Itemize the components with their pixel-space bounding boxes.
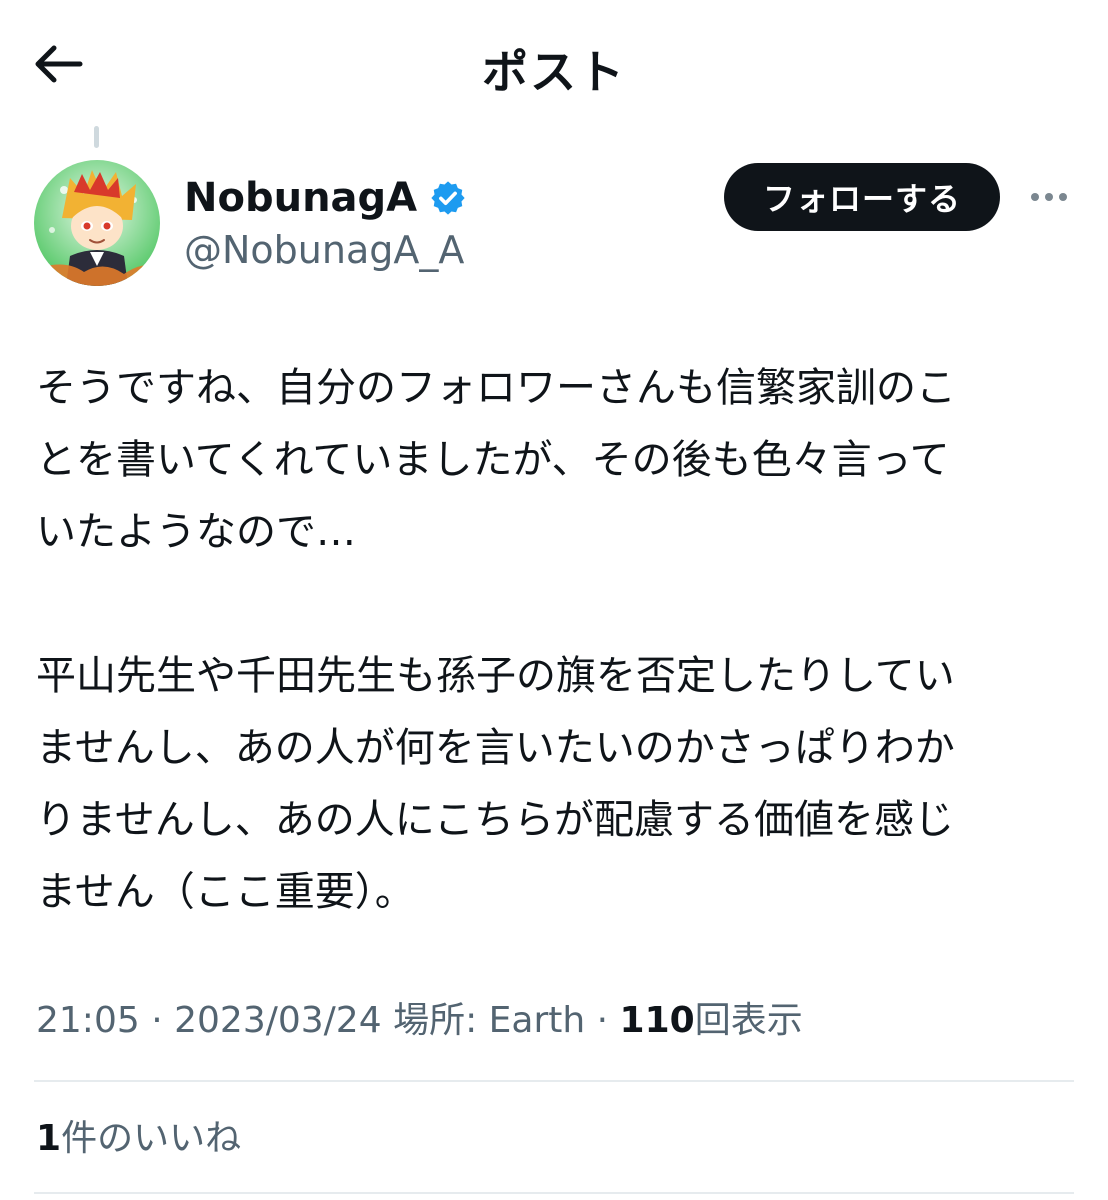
meta-separator: · — [151, 1000, 163, 1041]
post-text-line: ませんし、あの人が何を言いたいのかさっぱりわか — [36, 725, 955, 771]
post-text-line: ません（ここ重要）。 — [36, 869, 415, 915]
author-display-name[interactable]: NobunagA — [184, 174, 417, 222]
divider — [34, 1192, 1074, 1194]
more-options-button[interactable] — [1022, 180, 1076, 214]
views-count: 110 — [619, 1000, 695, 1041]
avatar[interactable] — [34, 160, 160, 286]
post-date[interactable]: 2023/03/24 — [174, 1000, 382, 1041]
page-title: ポスト — [482, 45, 626, 99]
views-label: 回表示 — [694, 1000, 803, 1041]
post-text-line: 平山先生や千田先生も孫子の旗を否定したりしてい — [36, 653, 955, 699]
post-text-line: りませんし、あの人にこちらが配慮する価値を感じ — [36, 797, 954, 843]
likes-count: 1 — [36, 1118, 62, 1159]
thread-connector-line — [94, 126, 99, 148]
likes-link[interactable]: 1件のいいね — [36, 1114, 241, 1164]
post-metadata: 21:05 · 2023/03/24 場所: Earth · 110回表示 — [36, 996, 803, 1046]
follow-button[interactable]: フォローする — [724, 163, 1000, 231]
post-text-line: とを書いてくれていましたが、その後も色々言って — [36, 437, 950, 483]
post-location: 場所: Earth — [393, 1000, 586, 1041]
more-horizontal-icon — [1031, 193, 1039, 201]
author-display-name-row[interactable]: NobunagA — [184, 174, 467, 222]
meta-separator: · — [596, 1000, 609, 1041]
post-text: そうですね、自分のフォロワーさんも信繁家訓のこ とを書いてくれていましたが、その… — [36, 352, 1076, 928]
avatar-image — [34, 160, 160, 286]
verified-badge-icon[interactable] — [429, 179, 467, 217]
divider — [34, 1080, 1074, 1082]
post-text-line: いたようなので… — [36, 509, 356, 555]
post-time[interactable]: 21:05 — [36, 1000, 140, 1041]
post-text-line: そうですね、自分のフォロワーさんも信繁家訓のこ — [36, 365, 956, 411]
top-bar: ポスト — [0, 0, 1108, 125]
author-handle[interactable]: @NobunagA_A — [184, 227, 464, 273]
likes-label: 件のいいね — [61, 1118, 242, 1159]
